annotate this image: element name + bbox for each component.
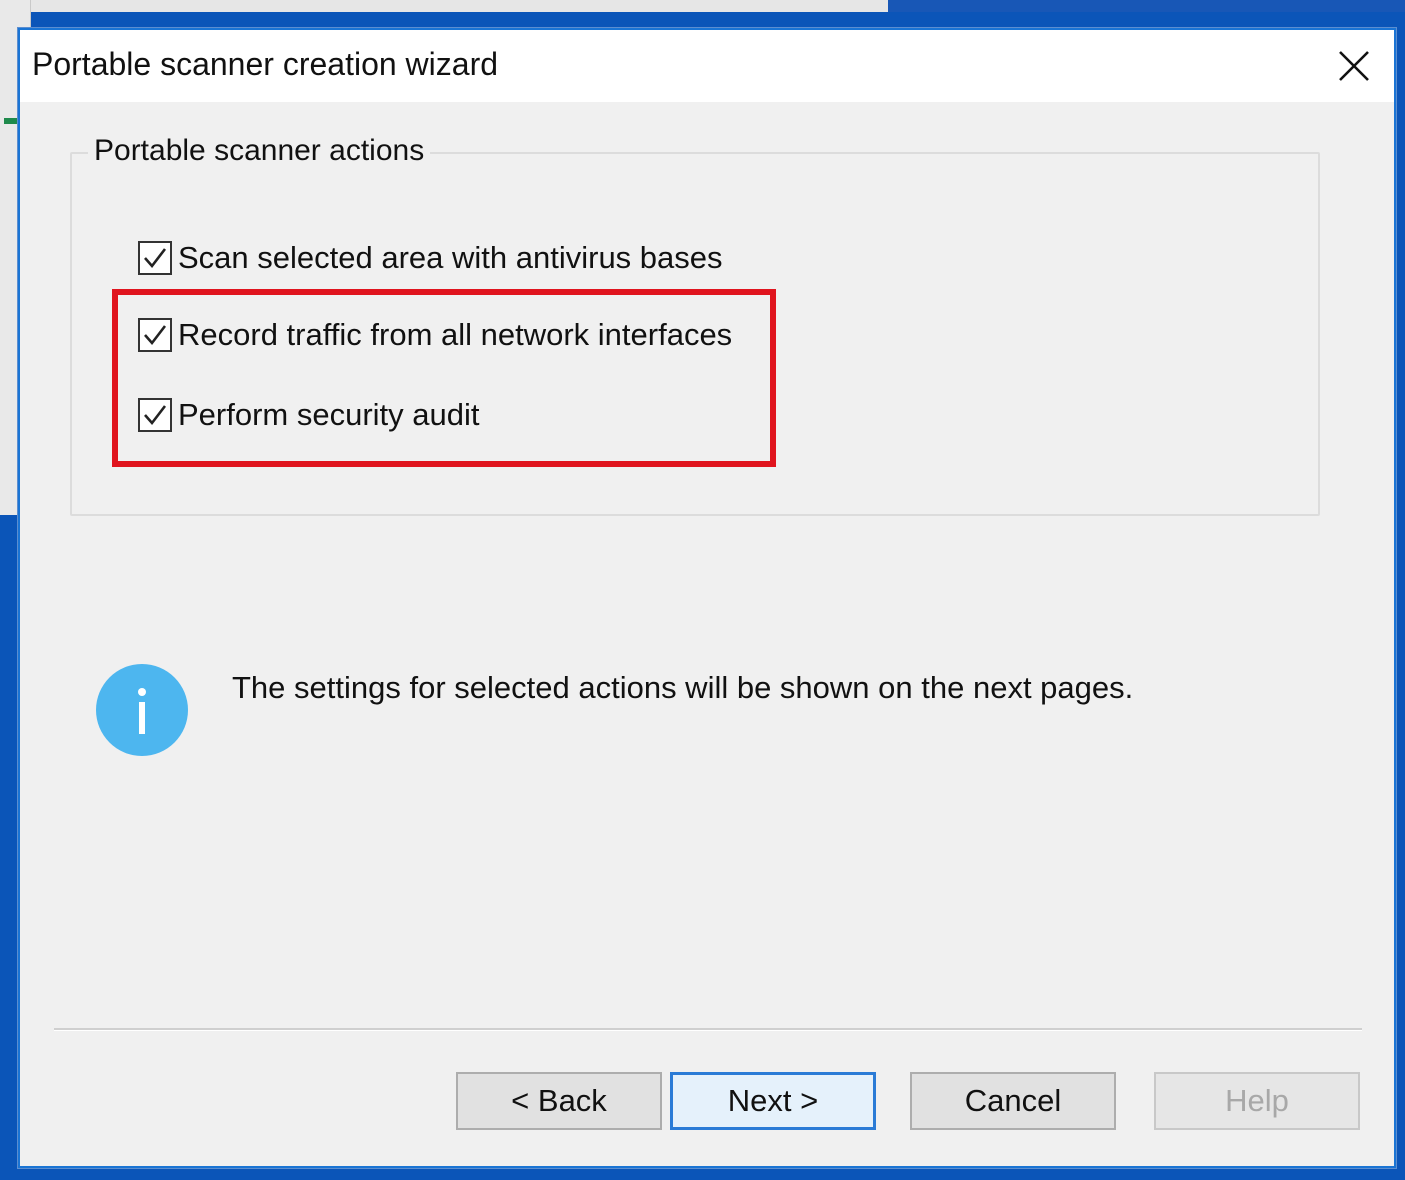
close-icon (1339, 51, 1369, 81)
checkbox-label: Scan selected area with antivirus bases (178, 240, 723, 275)
background-window-top (0, 0, 888, 12)
help-button: Help (1154, 1072, 1360, 1130)
highlight-annotation (112, 289, 776, 467)
close-button[interactable] (1324, 38, 1384, 94)
next-button[interactable]: Next > (670, 1072, 876, 1130)
desktop-background (888, 0, 1405, 12)
checkbox-box[interactable] (138, 241, 172, 275)
info-icon (96, 664, 188, 756)
checkmark-icon (144, 248, 167, 269)
group-legend: Portable scanner actions (88, 134, 431, 168)
info-message: The settings for selected actions will b… (232, 670, 1134, 705)
button-separator (54, 1028, 1362, 1031)
wizard-dialog: Portable scanner creation wizard Portabl… (18, 28, 1396, 1168)
checkbox-scan-antivirus[interactable]: Scan selected area with antivirus bases (138, 238, 723, 278)
actions-group: Portable scanner actions Scan selected a… (70, 134, 1320, 516)
back-button[interactable]: < Back (456, 1072, 662, 1130)
cancel-button[interactable]: Cancel (910, 1072, 1116, 1130)
title-bar: Portable scanner creation wizard (20, 30, 1394, 102)
dialog-title: Portable scanner creation wizard (32, 46, 499, 82)
